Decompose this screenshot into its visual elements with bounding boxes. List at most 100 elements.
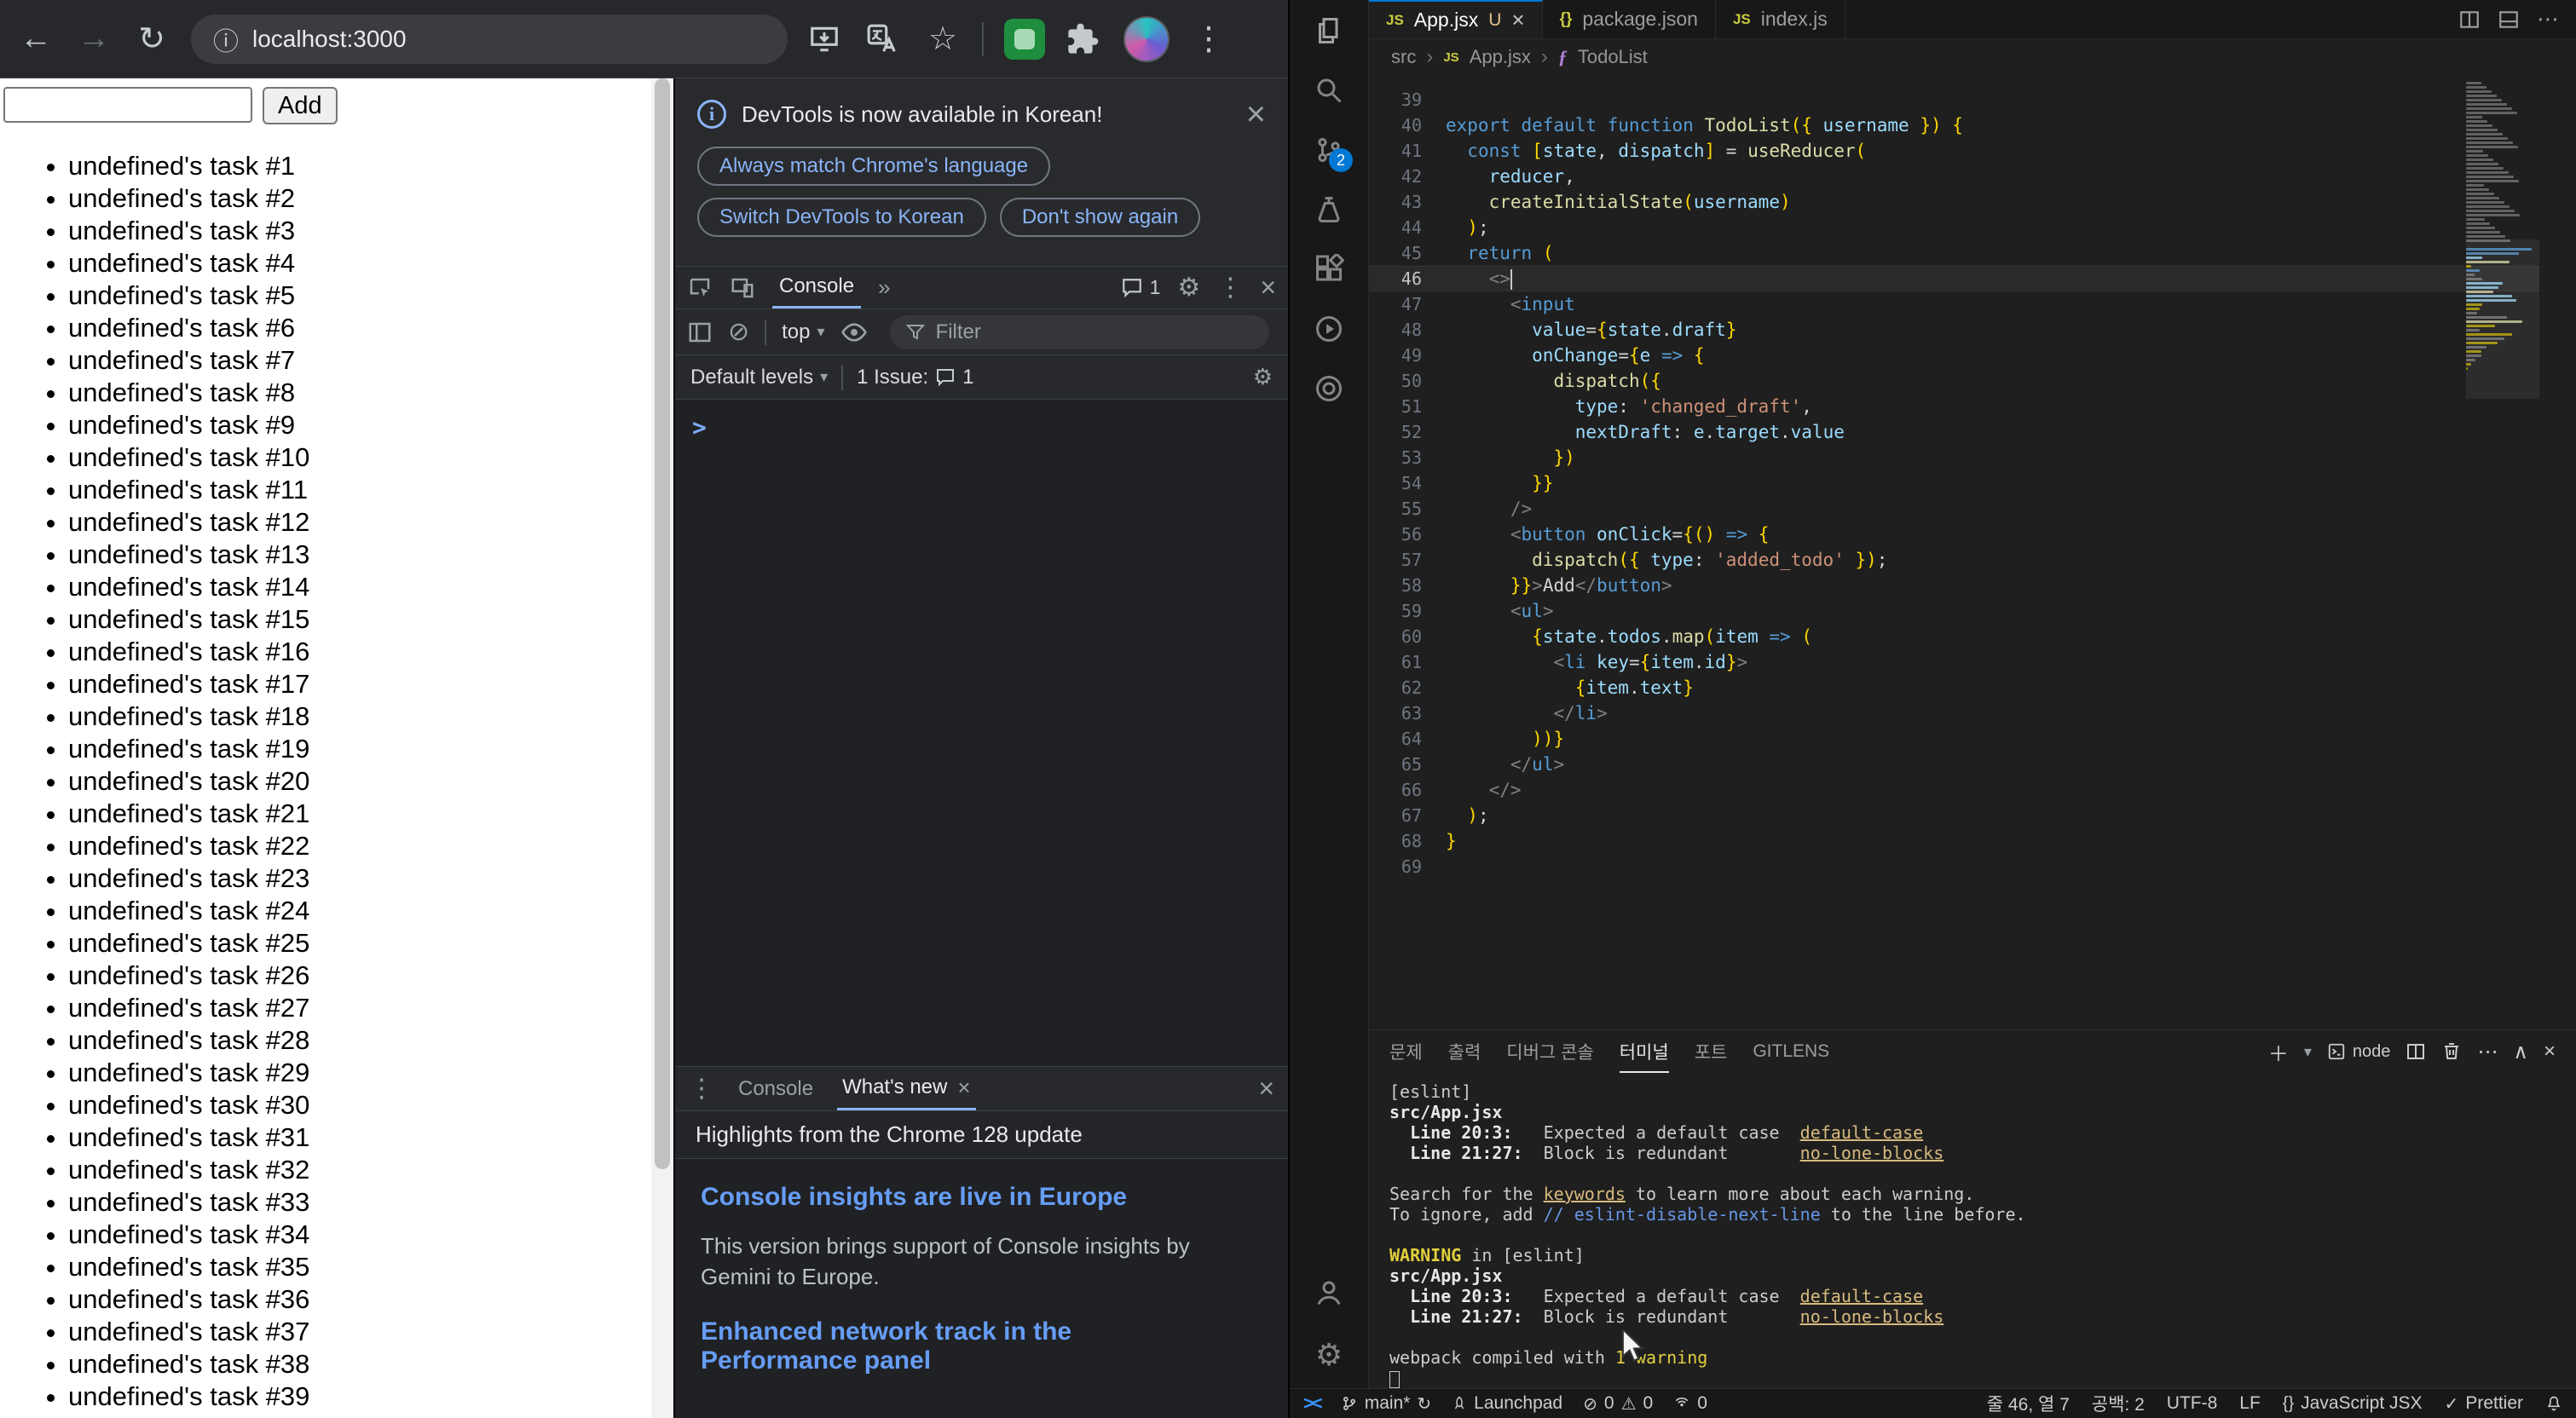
devtools-close-icon[interactable]: × [1260,272,1276,303]
remote-indicator[interactable]: >< [1303,1392,1323,1415]
code-line[interactable]: 39 [1369,87,2576,112]
eol-item[interactable]: LF [2239,1393,2261,1414]
console-settings-icon[interactable]: ⚙ [1253,364,1273,390]
code-line[interactable]: 55 /> [1369,496,2576,522]
editor-scrollbar[interactable] [2539,75,2576,1029]
terminal-output[interactable]: [eslint] src/App.jsx Line 20:3: Expected … [1369,1073,2576,1388]
code-line[interactable]: 52 nextDraft: e.target.value [1369,419,2576,445]
drawer-more-icon[interactable]: ⋮ [689,1074,714,1104]
url-text[interactable]: localhost:3000 [252,26,407,53]
code-line[interactable]: 68} [1369,828,2576,854]
code-line[interactable]: 59 <ul> [1369,598,2576,624]
account-icon[interactable] [1314,1277,1344,1308]
notifications-bell-icon[interactable] [2545,1395,2562,1412]
language-mode-item[interactable]: {} JavaScript JSX [2283,1393,2423,1414]
code-line[interactable]: 41 const [state, dispatch] = useReducer( [1369,138,2576,164]
panel-tab-디버그 콘솔[interactable]: 디버그 콘솔 [1506,1030,1593,1073]
console-output[interactable]: > [675,400,1288,1066]
panel-tab-포트[interactable]: 포트 [1695,1030,1728,1073]
cursor-position-item[interactable]: 줄 46, 열 7 [1987,1391,2070,1416]
code-line[interactable]: 65 </ul> [1369,752,2576,777]
minimap-slider[interactable] [2466,239,2539,399]
add-button[interactable]: Add [263,87,338,124]
context-selector[interactable]: top ▾ [782,320,824,344]
console-sidebar-icon[interactable] [687,320,713,345]
split-terminal-icon[interactable] [2406,1041,2426,1062]
extensions-icon[interactable] [1314,254,1344,285]
drawer-tab-whats-new[interactable]: What's new × [837,1067,976,1110]
code-line[interactable]: 46 <> [1369,266,2576,291]
code-line[interactable]: 42 reducer, [1369,164,2576,189]
code-line[interactable]: 47 <input [1369,291,2576,317]
devtools-menu-icon[interactable]: ⋮ [1217,273,1243,303]
whats-new-title-2[interactable]: Enhanced network track in the Performanc… [701,1317,1212,1375]
terminal-instance-node[interactable]: node [2327,1042,2390,1062]
formatter-item[interactable]: ✓ Prettier [2445,1393,2523,1415]
code-line[interactable]: 48 value={state.draft} [1369,317,2576,343]
back-icon[interactable]: ← [17,20,55,57]
breadcrumb-symbol[interactable]: TodoList [1578,46,1648,68]
encoding-item[interactable]: UTF-8 [2167,1393,2218,1414]
code-line[interactable]: 69 [1369,854,2576,879]
code-line[interactable]: 56 <button onClick={() => { [1369,522,2576,547]
tab-app-jsx[interactable]: JS App.jsx U × [1369,0,1543,38]
code-line[interactable]: 66 </> [1369,777,2576,803]
code-line[interactable]: 60 {state.todos.map(item => ( [1369,624,2576,649]
code-line[interactable]: 44 ); [1369,215,2576,240]
explorer-icon[interactable] [1314,15,1344,46]
launchpad-item[interactable]: Launchpad [1452,1393,1562,1414]
panel-tab-GITLENS[interactable]: GITLENS [1753,1030,1829,1073]
profile-avatar[interactable] [1123,15,1170,62]
drawer-tab-close-icon[interactable]: × [957,1075,970,1101]
code-line[interactable]: 58 }}>Add</button> [1369,573,2576,598]
whats-new-title-1[interactable]: Console insights are live in Europe [701,1183,1212,1212]
translate-icon[interactable] [866,23,904,55]
tab-index-js[interactable]: JS index.js [1715,0,1845,38]
install-app-icon[interactable] [808,23,846,55]
switch-korean-button[interactable]: Switch DevTools to Korean [697,198,986,237]
problems-item[interactable]: ⊘ 0 ⚠ 0 [1583,1393,1653,1415]
panel-close-icon[interactable]: × [2544,1040,2556,1064]
tab-close-icon[interactable]: × [1511,7,1524,33]
more-tabs-icon[interactable]: » [878,274,890,301]
site-info-icon[interactable]: ⓘ [213,20,239,58]
devtools-settings-icon[interactable]: ⚙ [1177,273,1200,303]
address-bar[interactable]: ⓘ localhost:3000 [191,14,788,64]
forward-icon[interactable]: → [75,20,113,57]
chrome-menu-icon[interactable]: ⋮ [1190,20,1227,58]
source-control-icon[interactable]: 2 [1314,135,1353,172]
issues-counter[interactable]: 1 [1121,276,1160,299]
layout-panel-icon[interactable] [2498,9,2520,31]
code-line[interactable]: 43 createInitialState(username) [1369,189,2576,215]
code-line[interactable]: 57 dispatch({ type: 'added_todo' }); [1369,547,2576,573]
git-branch-item[interactable]: main* ↻ [1341,1393,1431,1415]
code-line[interactable]: 53 }) [1369,445,2576,470]
reload-icon[interactable]: ↻ [133,20,170,58]
device-toolbar-icon[interactable] [730,275,755,301]
code-line[interactable]: 67 ); [1369,803,2576,828]
tab-console[interactable]: Console [772,267,862,308]
terminal-dropdown-icon[interactable]: ▾ [2304,1043,2312,1061]
code-line[interactable]: 45 return ( [1369,240,2576,266]
bookmark-star-icon[interactable]: ☆ [924,20,962,58]
code-line[interactable]: 64 ))} [1369,726,2576,752]
default-levels-select[interactable]: Default levels ▾ [690,366,828,389]
run-debug-icon[interactable] [1314,194,1344,225]
extensions-puzzle-icon[interactable] [1066,22,1103,56]
code-line[interactable]: 62 {item.text} [1369,675,2576,700]
code-line[interactable]: 61 <li key={item.id}> [1369,649,2576,675]
breadcrumb-src[interactable]: src [1391,46,1416,68]
dont-show-again-button[interactable]: Don't show again [999,198,1201,237]
code-line[interactable]: 40 export default function TodoList({ use… [1369,112,2576,138]
todo-input[interactable] [3,87,252,123]
drawer-close-icon[interactable]: × [1258,1073,1274,1104]
code-editor[interactable]: 39 40 export default function TodoList({ u… [1369,75,2576,1029]
console-filter-input[interactable]: Filter [889,314,1269,349]
editor-more-actions-icon[interactable]: ⋯ [2537,6,2559,32]
settings-gear-icon[interactable]: ⚙ [1315,1337,1343,1373]
inspect-element-icon[interactable] [687,275,713,301]
panel-tab-터미널[interactable]: 터미널 [1620,1030,1669,1073]
sync-icon[interactable]: ↻ [1417,1393,1431,1415]
breadcrumb-file[interactable]: App.jsx [1470,46,1531,68]
scrollbar-thumb[interactable] [655,78,670,1169]
